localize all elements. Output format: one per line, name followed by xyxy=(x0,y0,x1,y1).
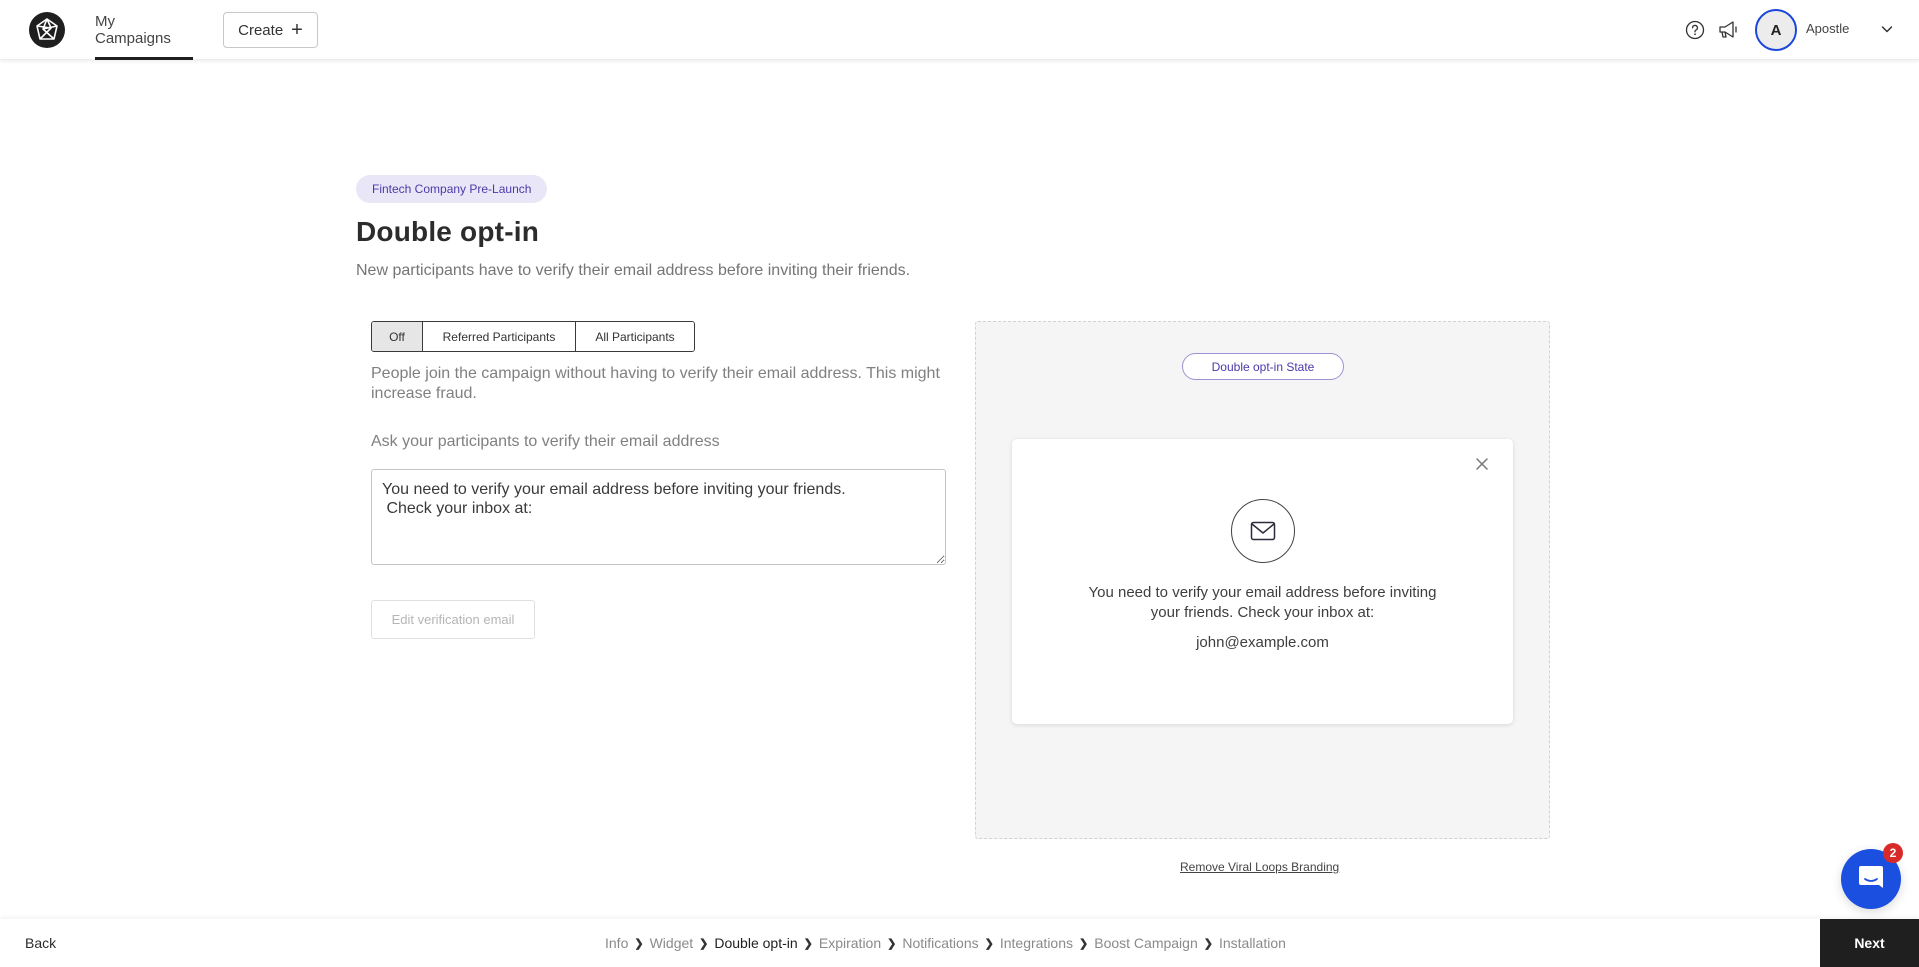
chevron-right-icon: ❯ xyxy=(699,937,709,950)
chevron-right-icon: ❯ xyxy=(634,937,644,950)
back-button[interactable]: Back xyxy=(25,919,56,967)
mode-option-off[interactable]: Off xyxy=(372,322,423,351)
mode-option-all-participants[interactable]: All Participants xyxy=(576,322,694,351)
chevron-right-icon: ❯ xyxy=(1079,937,1089,950)
plus-icon: + xyxy=(291,19,303,41)
user-name[interactable]: Apostle xyxy=(1806,21,1849,36)
step-expiration[interactable]: Expiration xyxy=(819,935,881,951)
chat-unread-badge: 2 xyxy=(1883,843,1903,863)
preview-message: You need to verify your email address be… xyxy=(1088,584,1437,621)
preview-email: john@example.com xyxy=(1196,634,1329,651)
step-installation[interactable]: Installation xyxy=(1219,935,1286,951)
viral-loops-logo[interactable] xyxy=(29,12,65,48)
double-opt-in-mode-selector: Off Referred Participants All Participan… xyxy=(371,321,695,352)
page-subtitle: New participants have to verify their em… xyxy=(356,262,911,279)
user-menu-toggle[interactable] xyxy=(1880,22,1894,41)
announcements-button[interactable] xyxy=(1718,19,1740,41)
edit-verification-email-button[interactable]: Edit verification email xyxy=(371,600,535,639)
create-label: Create xyxy=(238,21,284,39)
envelope-icon xyxy=(1250,521,1276,541)
step-widget[interactable]: Widget xyxy=(650,935,694,951)
user-avatar[interactable]: A xyxy=(1755,9,1797,51)
chevron-right-icon: ❯ xyxy=(887,937,897,950)
next-button[interactable]: Next xyxy=(1820,919,1919,967)
mode-description: People join the campaign without having … xyxy=(371,365,940,402)
chevron-down-icon xyxy=(1881,26,1893,33)
page-title: Double opt-in xyxy=(356,216,540,247)
chat-icon xyxy=(1859,866,1883,888)
step-integrations[interactable]: Integrations xyxy=(1000,935,1073,951)
step-boost-campaign[interactable]: Boost Campaign xyxy=(1094,935,1198,951)
preview-verification-card: You need to verify your email address be… xyxy=(1012,439,1513,724)
close-icon xyxy=(1476,458,1488,470)
create-button[interactable]: Create + xyxy=(223,12,318,48)
remove-branding-link[interactable]: Remove Viral Loops Branding xyxy=(1180,860,1339,874)
help-button[interactable] xyxy=(1684,19,1706,41)
step-notifications[interactable]: Notifications xyxy=(902,935,978,951)
chevron-right-icon: ❯ xyxy=(984,937,994,950)
megaphone-icon xyxy=(1719,21,1737,38)
mode-option-referred-participants[interactable]: Referred Participants xyxy=(423,322,576,351)
mail-icon-circle xyxy=(1231,499,1295,563)
verification-message-input[interactable] xyxy=(371,469,946,565)
campaign-badge: Fintech Company Pre-Launch xyxy=(356,175,548,203)
message-field-label: Ask your participants to verify their em… xyxy=(371,433,720,450)
chevron-right-icon: ❯ xyxy=(1203,937,1213,950)
preview-panel: Double opt-in State You need to verify y… xyxy=(975,321,1550,839)
top-nav-bar: My Campaigns Create + A Apostle xyxy=(0,0,1919,60)
question-circle-icon xyxy=(1685,20,1705,40)
nav-tab-my-campaigns[interactable]: My Campaigns xyxy=(95,0,193,60)
logo-icon xyxy=(36,18,58,40)
preview-close-button[interactable] xyxy=(1473,455,1491,473)
preview-state-selector[interactable]: Double opt-in State xyxy=(1182,353,1344,380)
chevron-right-icon: ❯ xyxy=(803,937,813,950)
step-double-opt-in[interactable]: Double opt-in xyxy=(714,935,797,951)
step-info[interactable]: Info xyxy=(605,935,628,951)
wizard-steps-breadcrumb: Info ❯ Widget ❯ Double opt-in ❯ Expirati… xyxy=(605,919,1286,967)
wizard-footer: Back Info ❯ Widget ❯ Double opt-in ❯ Exp… xyxy=(0,919,1919,967)
